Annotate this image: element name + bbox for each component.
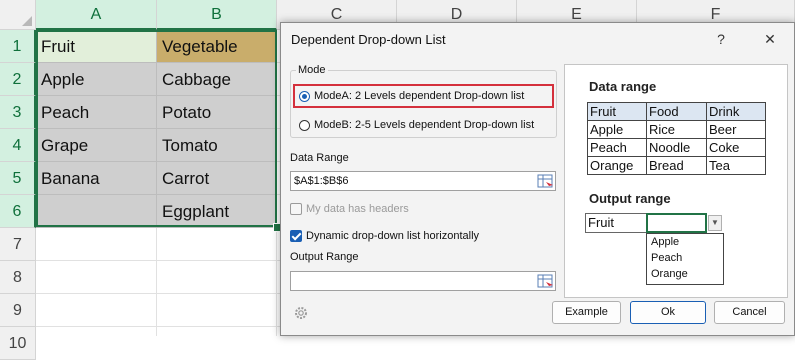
- range-picker-icon[interactable]: [537, 173, 555, 189]
- dialog-titlebar[interactable]: Dependent Drop-down List ? ✕: [281, 23, 794, 56]
- preview-pane: Data range Fruit Food Drink Apple Rice B…: [564, 64, 788, 298]
- ok-button[interactable]: Ok: [630, 301, 706, 324]
- row-header-3[interactable]: 3: [0, 96, 36, 129]
- column-header-b[interactable]: B: [157, 0, 277, 30]
- horizontal-checkbox-label: Dynamic drop-down list horizontally: [306, 230, 480, 242]
- preview-output-title: Output range: [589, 191, 671, 206]
- horizontal-checkbox-row[interactable]: Dynamic drop-down list horizontally: [290, 230, 479, 242]
- horizontal-checkbox[interactable]: [290, 230, 302, 242]
- preview-table-cell: Food: [646, 102, 707, 121]
- headers-checkbox-row[interactable]: My data has headers: [290, 203, 409, 215]
- data-range-input[interactable]: $A$1:$B$6: [290, 171, 556, 191]
- cell-a3[interactable]: Peach: [36, 96, 157, 129]
- preview-table-cell: Bread: [646, 156, 707, 175]
- preview-dropdown-list: Apple Peach Orange: [646, 233, 724, 285]
- preview-table-cell: Apple: [587, 120, 647, 139]
- cell-a6[interactable]: [36, 195, 157, 228]
- headers-checkbox-label: My data has headers: [306, 203, 409, 215]
- select-all-corner[interactable]: [0, 0, 36, 30]
- mode-a-option[interactable]: ModeA: 2 Levels dependent Drop-down list: [293, 84, 554, 108]
- mode-b-radio[interactable]: [299, 119, 310, 131]
- example-button[interactable]: Example: [552, 301, 621, 324]
- preview-data-range-title: Data range: [589, 79, 657, 94]
- preview-dropdown-option: Apple: [651, 236, 680, 248]
- cell-b5[interactable]: Carrot: [157, 162, 277, 195]
- cell-b6[interactable]: Eggplant: [157, 195, 277, 228]
- cell-a2[interactable]: Apple: [36, 63, 157, 96]
- preview-table-cell: Fruit: [587, 102, 647, 121]
- mode-a-radio[interactable]: [299, 90, 310, 102]
- preview-table-cell: Drink: [706, 102, 766, 121]
- row-header-10[interactable]: 10: [0, 327, 36, 360]
- cancel-button[interactable]: Cancel: [714, 301, 785, 324]
- row-header-9[interactable]: 9: [0, 294, 36, 327]
- preview-output-cell: Fruit: [585, 213, 647, 233]
- cell-a1[interactable]: Fruit: [36, 30, 157, 63]
- row-header-4[interactable]: 4: [0, 129, 36, 162]
- close-button[interactable]: ✕: [755, 23, 785, 56]
- row-header-5[interactable]: 5: [0, 162, 36, 195]
- mode-b-option[interactable]: ModeB: 2-5 Levels dependent Drop-down li…: [293, 113, 554, 137]
- preview-table-cell: Tea: [706, 156, 766, 175]
- cell-b3[interactable]: Potato: [157, 96, 277, 129]
- select-all-triangle: [22, 16, 32, 26]
- mode-legend: Mode: [296, 64, 328, 76]
- preview-table-cell: Beer: [706, 120, 766, 139]
- output-range-input[interactable]: [290, 271, 556, 291]
- preview-dropdown-option: Peach: [651, 252, 683, 264]
- range-picker-icon[interactable]: [537, 273, 555, 289]
- row-header-6[interactable]: 6: [0, 195, 36, 228]
- cell-a4[interactable]: Grape: [36, 129, 157, 162]
- cell-a5[interactable]: Banana: [36, 162, 157, 195]
- preview-table-cell: Coke: [706, 138, 766, 157]
- row-header-7[interactable]: 7: [0, 228, 36, 261]
- dependent-dropdown-dialog: Dependent Drop-down List ? ✕ Mode ModeA:…: [280, 22, 795, 336]
- cell-b2[interactable]: Cabbage: [157, 63, 277, 96]
- mode-b-label: ModeB: 2-5 Levels dependent Drop-down li…: [314, 119, 535, 131]
- output-range-label: Output Range: [290, 251, 359, 263]
- help-button[interactable]: ?: [706, 23, 736, 56]
- preview-table-cell: Rice: [646, 120, 707, 139]
- row-header-2[interactable]: 2: [0, 63, 36, 96]
- data-range-label: Data Range: [290, 152, 349, 164]
- preview-table-cell: Peach: [587, 138, 647, 157]
- column-header-a[interactable]: A: [36, 0, 157, 30]
- preview-dropdown-cell: [646, 213, 707, 233]
- dialog-title: Dependent Drop-down List: [291, 32, 446, 47]
- dropdown-arrow-icon: ▼: [708, 215, 722, 231]
- cell-b1[interactable]: Vegetable: [157, 30, 277, 63]
- preview-table-cell: Noodle: [646, 138, 707, 157]
- row-header-1[interactable]: 1: [0, 30, 36, 63]
- gear-icon[interactable]: [293, 305, 309, 321]
- row-header-8[interactable]: 8: [0, 261, 36, 294]
- preview-table-cell: Orange: [587, 156, 647, 175]
- headers-checkbox[interactable]: [290, 203, 302, 215]
- cell-b4[interactable]: Tomato: [157, 129, 277, 162]
- preview-dropdown-option: Orange: [651, 268, 688, 280]
- mode-a-label: ModeA: 2 Levels dependent Drop-down list: [314, 90, 525, 102]
